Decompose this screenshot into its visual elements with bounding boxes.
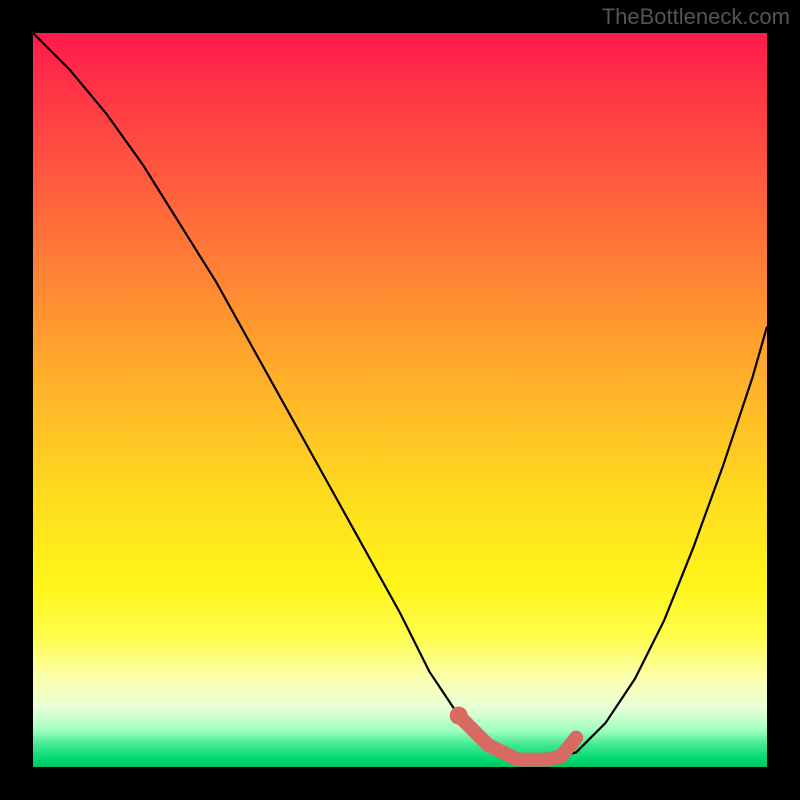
chart-container: TheBottleneck.com bbox=[0, 0, 800, 800]
attribution-text: TheBottleneck.com bbox=[602, 4, 790, 30]
chart-svg bbox=[33, 33, 767, 767]
marker-dot bbox=[450, 707, 468, 725]
optimal-range-highlight bbox=[459, 716, 576, 760]
plot-area bbox=[33, 33, 767, 767]
bottleneck-curve bbox=[33, 33, 767, 760]
